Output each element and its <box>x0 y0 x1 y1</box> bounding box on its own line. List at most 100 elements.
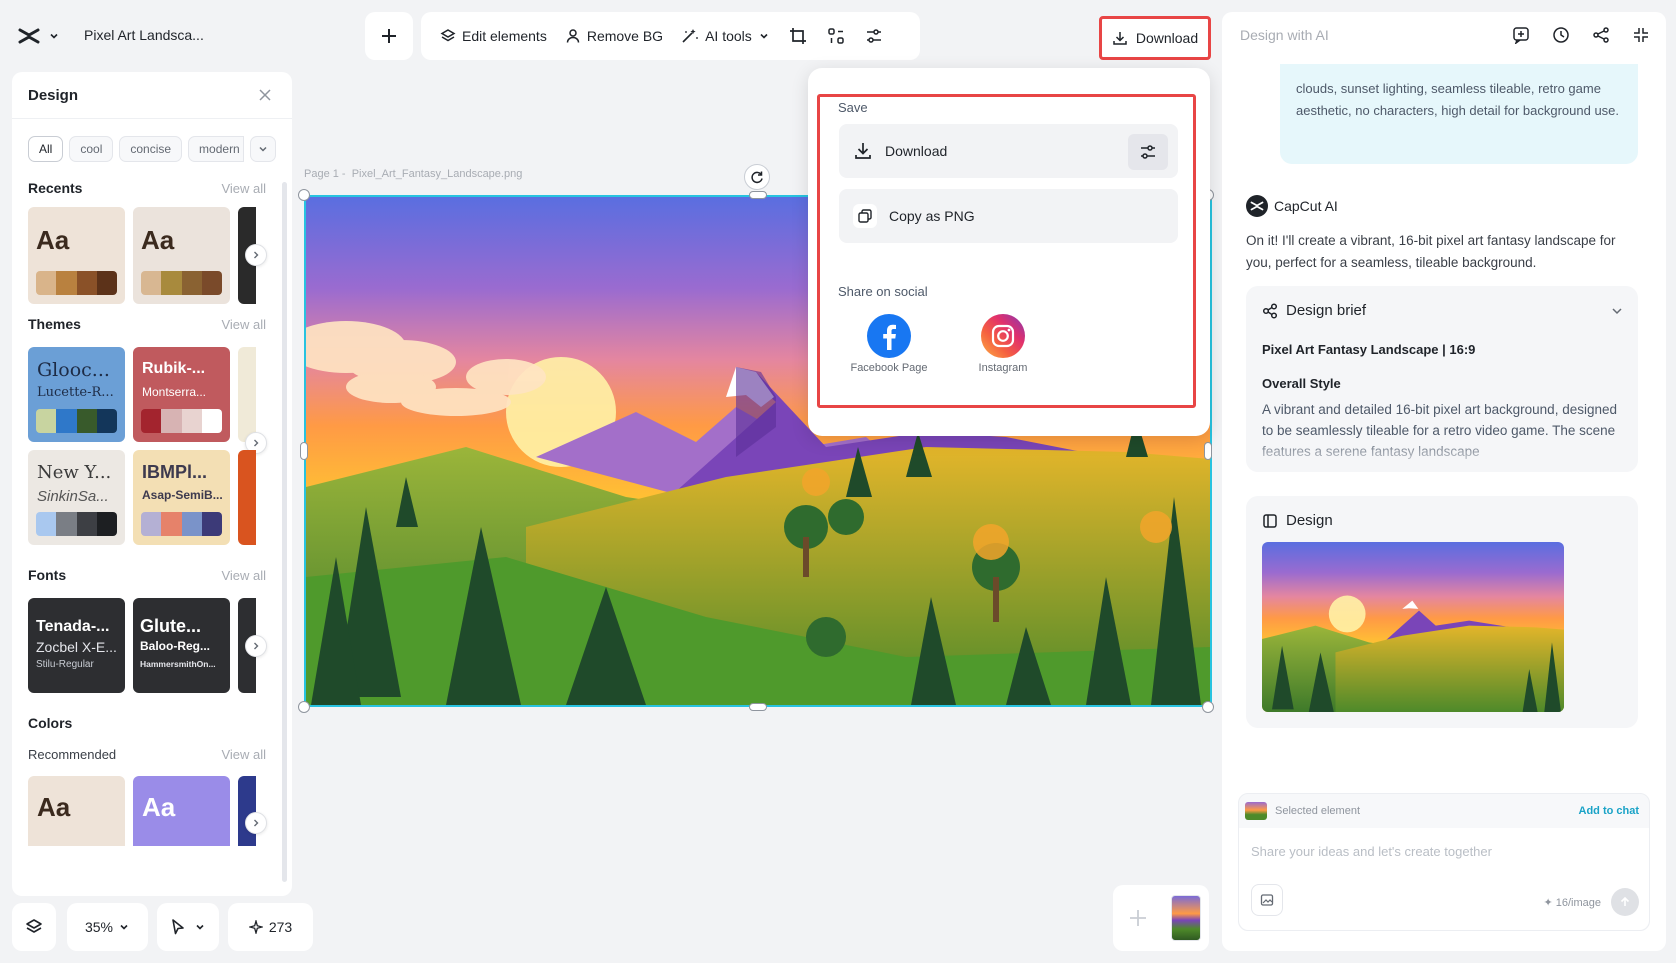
chevron-down-icon <box>259 146 267 152</box>
new-chat-button[interactable] <box>1512 26 1530 44</box>
chevron-down-icon <box>50 33 58 39</box>
share-instagram[interactable]: Instagram <box>958 314 1048 374</box>
color-card-1[interactable]: Aa <box>28 776 125 846</box>
fonts-view-all[interactable]: View all <box>221 568 266 583</box>
font-card-2[interactable]: Glute... Baloo-Reg... HammersmithOn... <box>133 598 230 693</box>
user-message: clouds, sunset lighting, seamless tileab… <box>1280 64 1638 164</box>
tags-expand-button[interactable] <box>250 136 277 162</box>
crop-icon <box>789 28 806 44</box>
share-button[interactable] <box>1592 26 1610 44</box>
pointer-tool[interactable] <box>157 903 219 951</box>
chevron-down-icon <box>196 924 204 930</box>
scroll-right-button[interactable] <box>245 812 267 834</box>
new-chat-icon <box>1513 27 1529 44</box>
tag-modern[interactable]: modern <box>188 136 245 162</box>
theme-subtitle: Asap-SemiB... <box>142 488 223 502</box>
theme-card-2[interactable]: Rubik-... Montserra... <box>133 347 230 442</box>
theme-card-5-partial[interactable] <box>238 450 256 545</box>
color-card-3-partial[interactable] <box>238 776 256 846</box>
download-option[interactable]: Download <box>839 124 1178 178</box>
remove-bg-button[interactable]: Remove BG <box>558 20 670 52</box>
landscape-thumbnail-image <box>1262 542 1564 712</box>
send-button[interactable] <box>1611 888 1639 916</box>
scrollbar[interactable] <box>282 182 287 882</box>
resize-handle[interactable] <box>300 442 308 460</box>
resize-handle[interactable] <box>1204 442 1212 460</box>
scroll-right-button[interactable] <box>245 244 267 266</box>
font-line-3: HammersmithOn... <box>140 659 216 669</box>
close-icon <box>259 89 271 101</box>
edit-elements-button[interactable]: Edit elements <box>433 20 554 52</box>
add-button[interactable] <box>365 12 413 60</box>
close-button[interactable] <box>258 88 272 102</box>
ai-tools-button[interactable]: AI tools <box>674 20 777 52</box>
chat-input[interactable]: Share your ideas and let's create togeth… <box>1239 828 1649 930</box>
chat-input-placeholder: Share your ideas and let's create togeth… <box>1251 844 1492 859</box>
design-panel: Design All cool concise modern Recents V… <box>12 72 292 896</box>
theme-card-3[interactable]: New Y... SinkinSa... <box>28 450 125 545</box>
brief-heading: Design brief <box>1286 302 1367 319</box>
resize-handle[interactable] <box>749 191 767 199</box>
download-label: Download <box>1135 30 1199 46</box>
file-name: Pixel_Art_Fantasy_Landscape.png <box>351 168 523 180</box>
download-icon <box>1113 32 1127 45</box>
palette <box>141 409 222 433</box>
add-to-chat-button[interactable]: Add to chat <box>1579 805 1640 817</box>
arrow-up-icon <box>1620 896 1630 906</box>
credits-badge[interactable]: 273 <box>228 903 313 951</box>
tag-cool[interactable]: cool <box>69 136 114 162</box>
rotate-handle[interactable] <box>744 164 770 190</box>
add-page-button[interactable] <box>1122 902 1154 934</box>
layers-icon <box>26 919 42 933</box>
color-card-2[interactable]: Aa <box>133 776 230 846</box>
recents-view-all[interactable]: View all <box>221 181 266 196</box>
resize-handle[interactable] <box>298 701 310 713</box>
chevron-down-icon[interactable] <box>1610 304 1624 318</box>
project-title[interactable]: Pixel Art Landsca... <box>84 27 204 43</box>
remove-bg-label: Remove BG <box>586 28 664 44</box>
adjust-button[interactable] <box>857 20 891 52</box>
chevron-right-icon <box>254 642 259 650</box>
font-line-1: Glute... <box>140 616 202 636</box>
themes-view-all[interactable]: View all <box>221 317 266 332</box>
theme-card-4[interactable]: IBMPl... Asap-SemiB... <box>133 450 230 545</box>
color-card-text: Aa <box>142 792 176 822</box>
design-thumbnail[interactable] <box>1262 542 1564 712</box>
crop-button[interactable] <box>781 20 815 52</box>
layers-button[interactable] <box>12 903 56 951</box>
tag-concise[interactable]: concise <box>119 136 183 162</box>
download-button[interactable]: Download <box>1099 16 1211 60</box>
recent-card-1[interactable]: Aa <box>28 207 125 304</box>
theme-card-3-partial[interactable] <box>238 347 256 442</box>
recent-card-2[interactable]: Aa <box>133 207 230 304</box>
palette <box>141 512 222 536</box>
copy-as-png-option[interactable]: Copy as PNG <box>839 189 1178 243</box>
theme-subtitle: Montserra... <box>142 385 207 399</box>
share-facebook[interactable]: Facebook Page <box>844 314 934 374</box>
resize-handle[interactable] <box>1202 701 1214 713</box>
font-card-1[interactable]: Tenada-... Zocbel X-E... Stilu-Regular <box>28 598 125 693</box>
page-thumbnail[interactable] <box>1170 895 1201 941</box>
resize-handle[interactable] <box>749 703 767 711</box>
chevron-right-icon <box>254 439 259 447</box>
design-brief-card[interactable]: Design brief Pixel Art Fantasy Landscape… <box>1246 286 1638 472</box>
share-heading: Share on social <box>838 284 928 299</box>
collapse-button[interactable] <box>1632 26 1650 44</box>
palette <box>36 512 117 536</box>
resize-handle[interactable] <box>298 189 310 201</box>
arrange-button[interactable] <box>819 20 853 52</box>
selected-element-label: Selected element <box>1275 805 1360 817</box>
colors-view-all[interactable]: View all <box>221 747 266 762</box>
palette <box>141 271 222 295</box>
history-button[interactable] <box>1552 26 1570 44</box>
facebook-label: Facebook Page <box>850 362 928 374</box>
app-logo[interactable] <box>18 24 62 48</box>
download-settings-button[interactable] <box>1128 134 1168 170</box>
theme-card-1[interactable]: Glooc... Lucette-R... <box>28 347 125 442</box>
zoom-value: 35% <box>84 919 114 935</box>
upload-image-button[interactable] <box>1251 884 1283 916</box>
scroll-right-button[interactable] <box>245 635 267 657</box>
zoom-control[interactable]: 35% <box>67 903 148 951</box>
tag-all[interactable]: All <box>28 136 64 162</box>
palette <box>36 271 117 295</box>
